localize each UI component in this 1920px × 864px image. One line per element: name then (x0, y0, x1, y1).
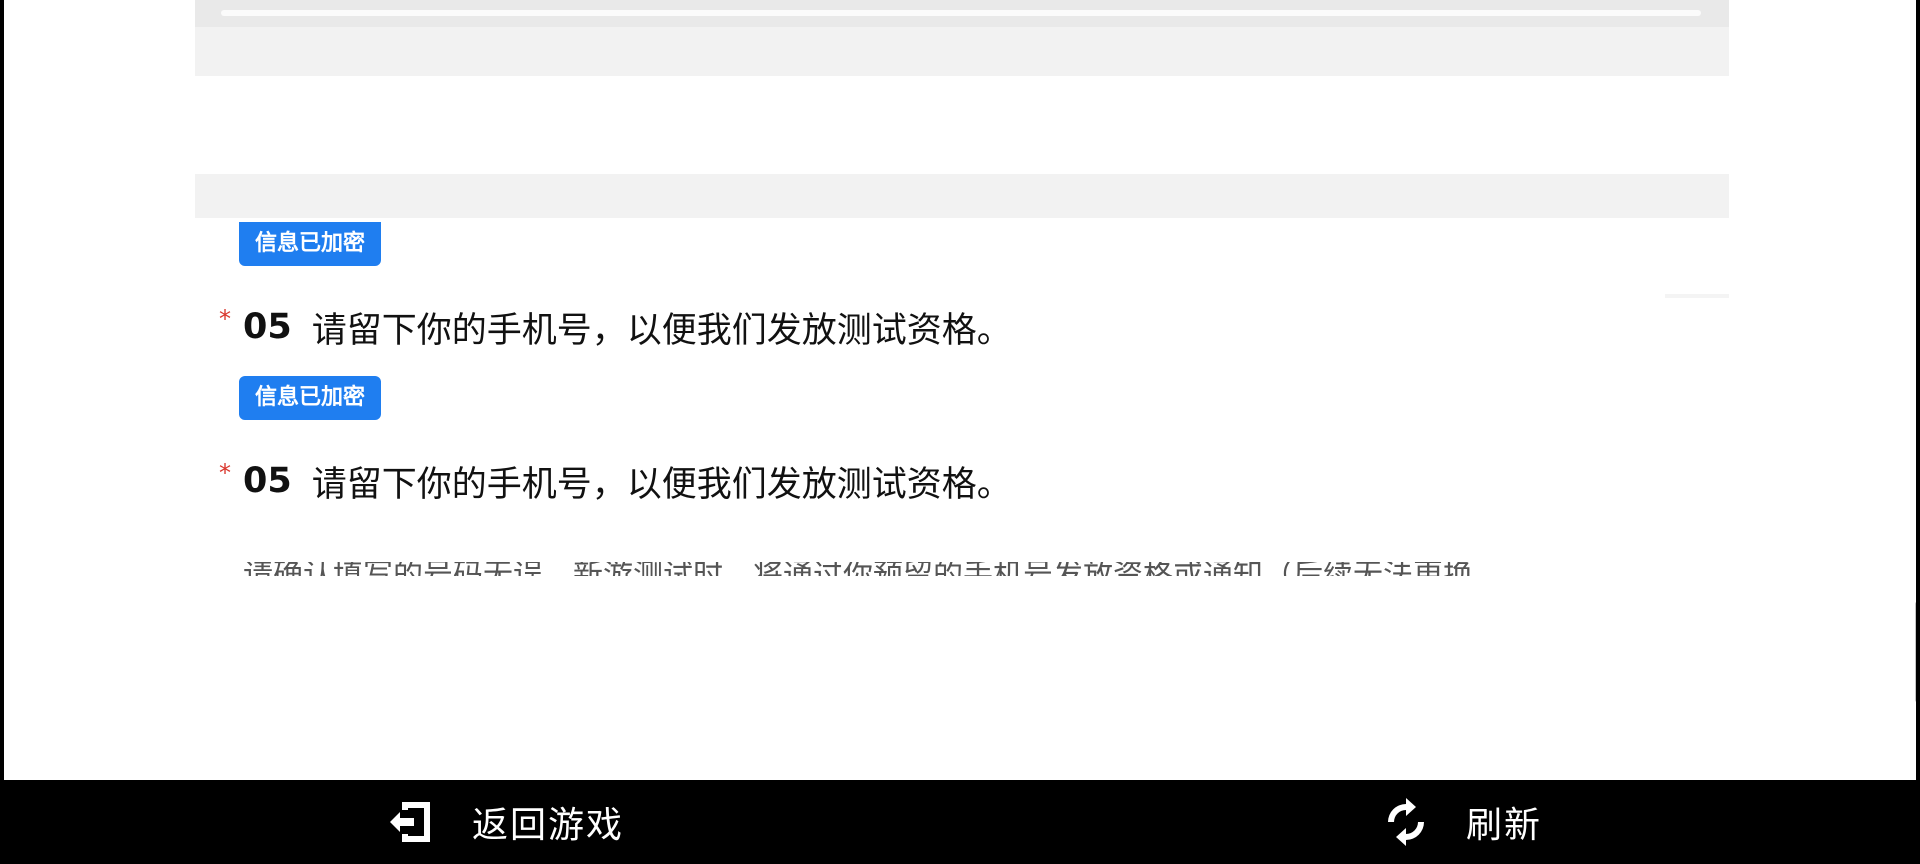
top-progress-bar (195, 0, 1729, 27)
scrollbar-thumb[interactable] (1915, 602, 1916, 702)
refresh-button[interactable]: 刷新 (1380, 780, 1542, 864)
app-screen: 信息已加密 * 05 请留下你的手机号，以便我们发放测试资格。 信息已加密 * … (0, 0, 1920, 864)
encrypted-badge: 信息已加密 (239, 376, 382, 420)
survey-content: 信息已加密 * 05 请留下你的手机号，以便我们发放测试资格。 信息已加密 * … (195, 0, 1916, 780)
required-mark: * (219, 459, 231, 487)
question-title: * 05 请留下你的手机号，以便我们发放测试资格。 (219, 302, 1012, 352)
question-title: * 05 请留下你的手机号，以便我们发放测试资格。 (219, 456, 1012, 506)
top-progress-track (221, 10, 1701, 16)
phone-hint-text-content: 请确认填写的号码无误，新游测试时，将通过你预留的手机号发放资格或通知（后续无法更… (243, 562, 1683, 576)
top-gray-band (195, 0, 1729, 76)
exit-door-icon (390, 802, 430, 842)
faint-divider (1665, 294, 1729, 298)
phone-hint-text: 请确认填写的号码无误，新游测试时，将通过你预留的手机号发放资格或通知（后续无法更… (243, 562, 1683, 576)
question-text: 请留下你的手机号，以便我们发放测试资格。 (311, 464, 1012, 505)
encrypted-badge: 信息已加密 (239, 222, 382, 266)
back-to-game-button[interactable]: 返回游戏 (386, 780, 624, 864)
survey-webview: 信息已加密 * 05 请留下你的手机号，以便我们发放测试资格。 信息已加密 * … (4, 0, 1916, 780)
question-text: 请留下你的手机号，以便我们发放测试资格。 (311, 310, 1012, 351)
back-to-game-label: 返回游戏 (472, 805, 625, 846)
refresh-label: 刷新 (1466, 805, 1543, 846)
refresh-icon (1388, 798, 1424, 846)
required-mark: * (219, 305, 231, 333)
question-number: 05 (243, 461, 292, 501)
bottom-toolbar: 返回游戏 刷新 (0, 780, 1920, 864)
section-divider-band (195, 174, 1729, 218)
question-number: 05 (243, 307, 292, 347)
